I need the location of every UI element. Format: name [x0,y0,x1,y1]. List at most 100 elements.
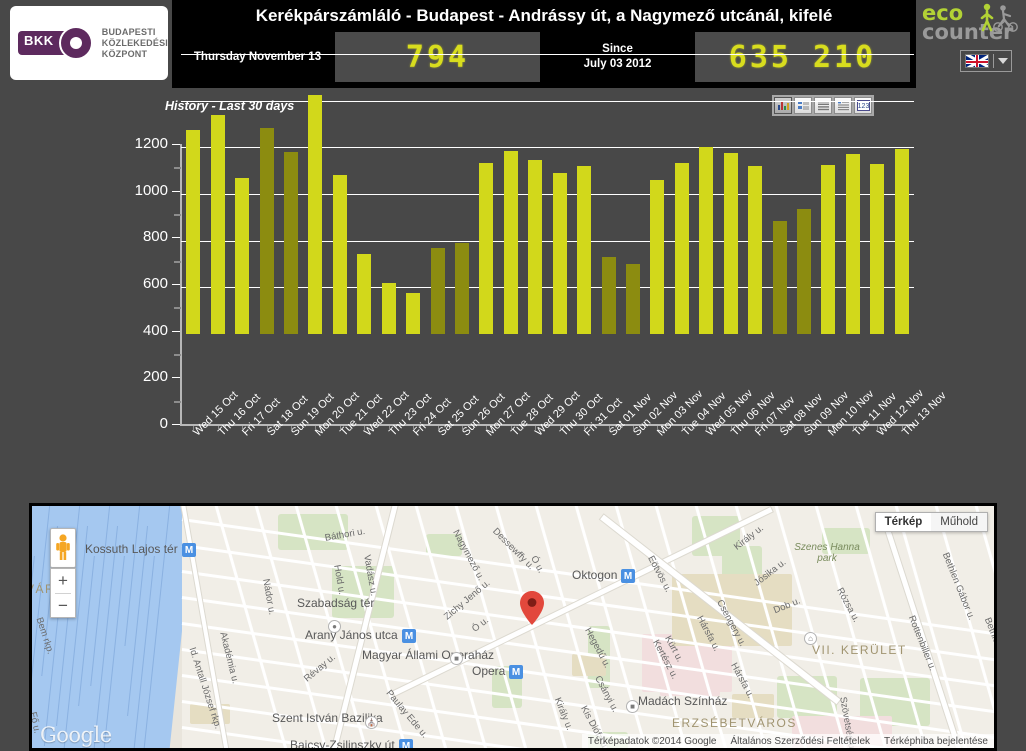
x-axis-tick [315,426,317,430]
chart-bar[interactable] [430,247,445,334]
y-axis-tick-label: 1200 [134,135,168,152]
chart-bar[interactable] [845,154,860,334]
x-axis-tick [193,426,195,430]
map-poi-icon[interactable]: ■ [450,652,463,665]
x-axis-tick [510,426,512,430]
chart-bar[interactable] [454,243,469,334]
x-axis-tick [413,426,415,430]
chart-bar[interactable] [332,175,347,334]
y-axis-tick [172,190,180,192]
map-attribution: Térképadatok ©2014 Google Általános Szer… [581,734,994,748]
x-axis-tick [608,426,610,430]
chart-bar[interactable] [601,257,616,334]
chart-bar[interactable] [894,148,909,334]
zoom-out-button[interactable]: − [51,594,75,618]
river-current-line [124,506,142,646]
y-axis-tick [172,330,180,332]
y-axis-tick-label: 600 [142,275,168,292]
map-label: Szabadság tér [297,596,375,610]
y-axis-tick [172,237,180,239]
google-watermark: Google [40,723,112,747]
metro-station-icon[interactable]: M [621,569,635,583]
chart-bar[interactable] [797,209,812,334]
pegman-icon [56,534,70,560]
google-map[interactable]: Kossuth Lajos térMVÁROSBem rkp.Fő u.Id. … [32,506,994,748]
river-current-line [90,506,112,686]
x-axis-tick [779,426,781,430]
location-marker-icon[interactable] [520,591,544,625]
x-axis-tick [339,426,341,430]
chart-gridline [181,100,914,102]
map-attrib-copyright: Térképadatok ©2014 Google [587,735,717,747]
chart-bar[interactable] [308,94,323,334]
x-axis-tick [486,426,488,430]
street-view-pegman[interactable] [50,528,76,568]
chart-plot-area: 0 200 400 600 800 1000 1200 Wed 15 Oct Thu 16 Oc… [0,0,1026,438]
chart-bar[interactable] [552,173,567,334]
metro-station-icon[interactable]: M [399,739,413,748]
x-axis-tick [559,426,561,430]
metro-station-icon[interactable]: M [402,629,416,643]
y-axis-minor-tick [174,400,181,403]
map-attrib-report[interactable]: Térképhiba bejelentése [884,736,988,747]
x-axis-tick [461,426,463,430]
y-axis-tick-label: 400 [142,321,168,339]
x-axis-tick [657,426,659,430]
metro-station-icon[interactable]: M [182,543,196,557]
map-attrib-terms[interactable]: Általános Szerződési Feltételek [731,736,871,747]
metro-station-icon[interactable]: M [509,665,523,679]
x-axis-tick [901,426,903,430]
chart-bar[interactable] [235,177,250,334]
chart-bar[interactable] [381,282,396,334]
map-poi-icon[interactable]: ⌂ [804,632,817,645]
chart-bar[interactable] [503,150,518,334]
map-type-muhold[interactable]: Műhold [931,513,987,531]
x-axis-tick [437,426,439,430]
map-poi-icon[interactable]: ● [328,620,341,633]
chart-bar[interactable] [870,163,885,334]
chart-bar[interactable] [723,153,738,334]
chart-bar[interactable] [821,164,836,334]
map-container[interactable]: Kossuth Lajos térMVÁROSBem rkp.Fő u.Id. … [29,503,997,751]
map-poi-icon[interactable]: ⛪ [365,716,378,729]
map-label: Magyar Állami Operaház [362,648,495,662]
x-axis-tick [755,426,757,430]
chart-bar[interactable] [479,162,494,334]
chart-bar[interactable] [748,166,763,334]
y-axis-tick-label: 800 [142,228,168,246]
map-label: Arany János utca [305,628,398,642]
x-axis-tick [633,426,635,430]
map-zoom-controls[interactable]: + − [50,568,76,618]
river-current-line [92,526,119,748]
y-axis-tick [172,144,180,145]
x-axis-tick [217,426,219,430]
map-poi-icon[interactable]: ■ [626,700,639,713]
x-axis-tick [242,426,244,430]
x-axis-tick [535,426,537,430]
chart-bar[interactable] [186,129,201,334]
chart-bar[interactable] [259,127,274,334]
chart-bar[interactable] [357,253,372,334]
chart-bar[interactable] [626,264,641,334]
map-label: Oktogon [572,568,618,582]
zoom-in-button[interactable]: + [51,569,75,593]
chart-bar[interactable] [650,180,665,334]
map-type-switcher[interactable]: Térkép Műhold [874,512,988,532]
chart-bar[interactable] [699,147,714,334]
chart-bar[interactable] [528,160,543,334]
chart-bar[interactable] [210,114,225,334]
x-axis-tick [266,426,268,430]
x-axis-tick [364,426,366,430]
y-axis-tick [172,424,180,425]
map-type-terkep[interactable]: Térkép [875,513,932,531]
x-axis-tick [584,426,586,430]
chart-bar[interactable] [772,220,787,334]
chart-bar[interactable] [577,166,592,334]
y-axis-minor-tick [174,214,181,216]
chart-bar[interactable] [406,293,421,334]
map-label: Szenes Hanna park [794,542,860,564]
chart-bar[interactable] [283,152,298,334]
x-axis-tick [730,426,732,430]
chart-bar[interactable] [674,162,689,334]
y-axis-tick [172,284,180,285]
